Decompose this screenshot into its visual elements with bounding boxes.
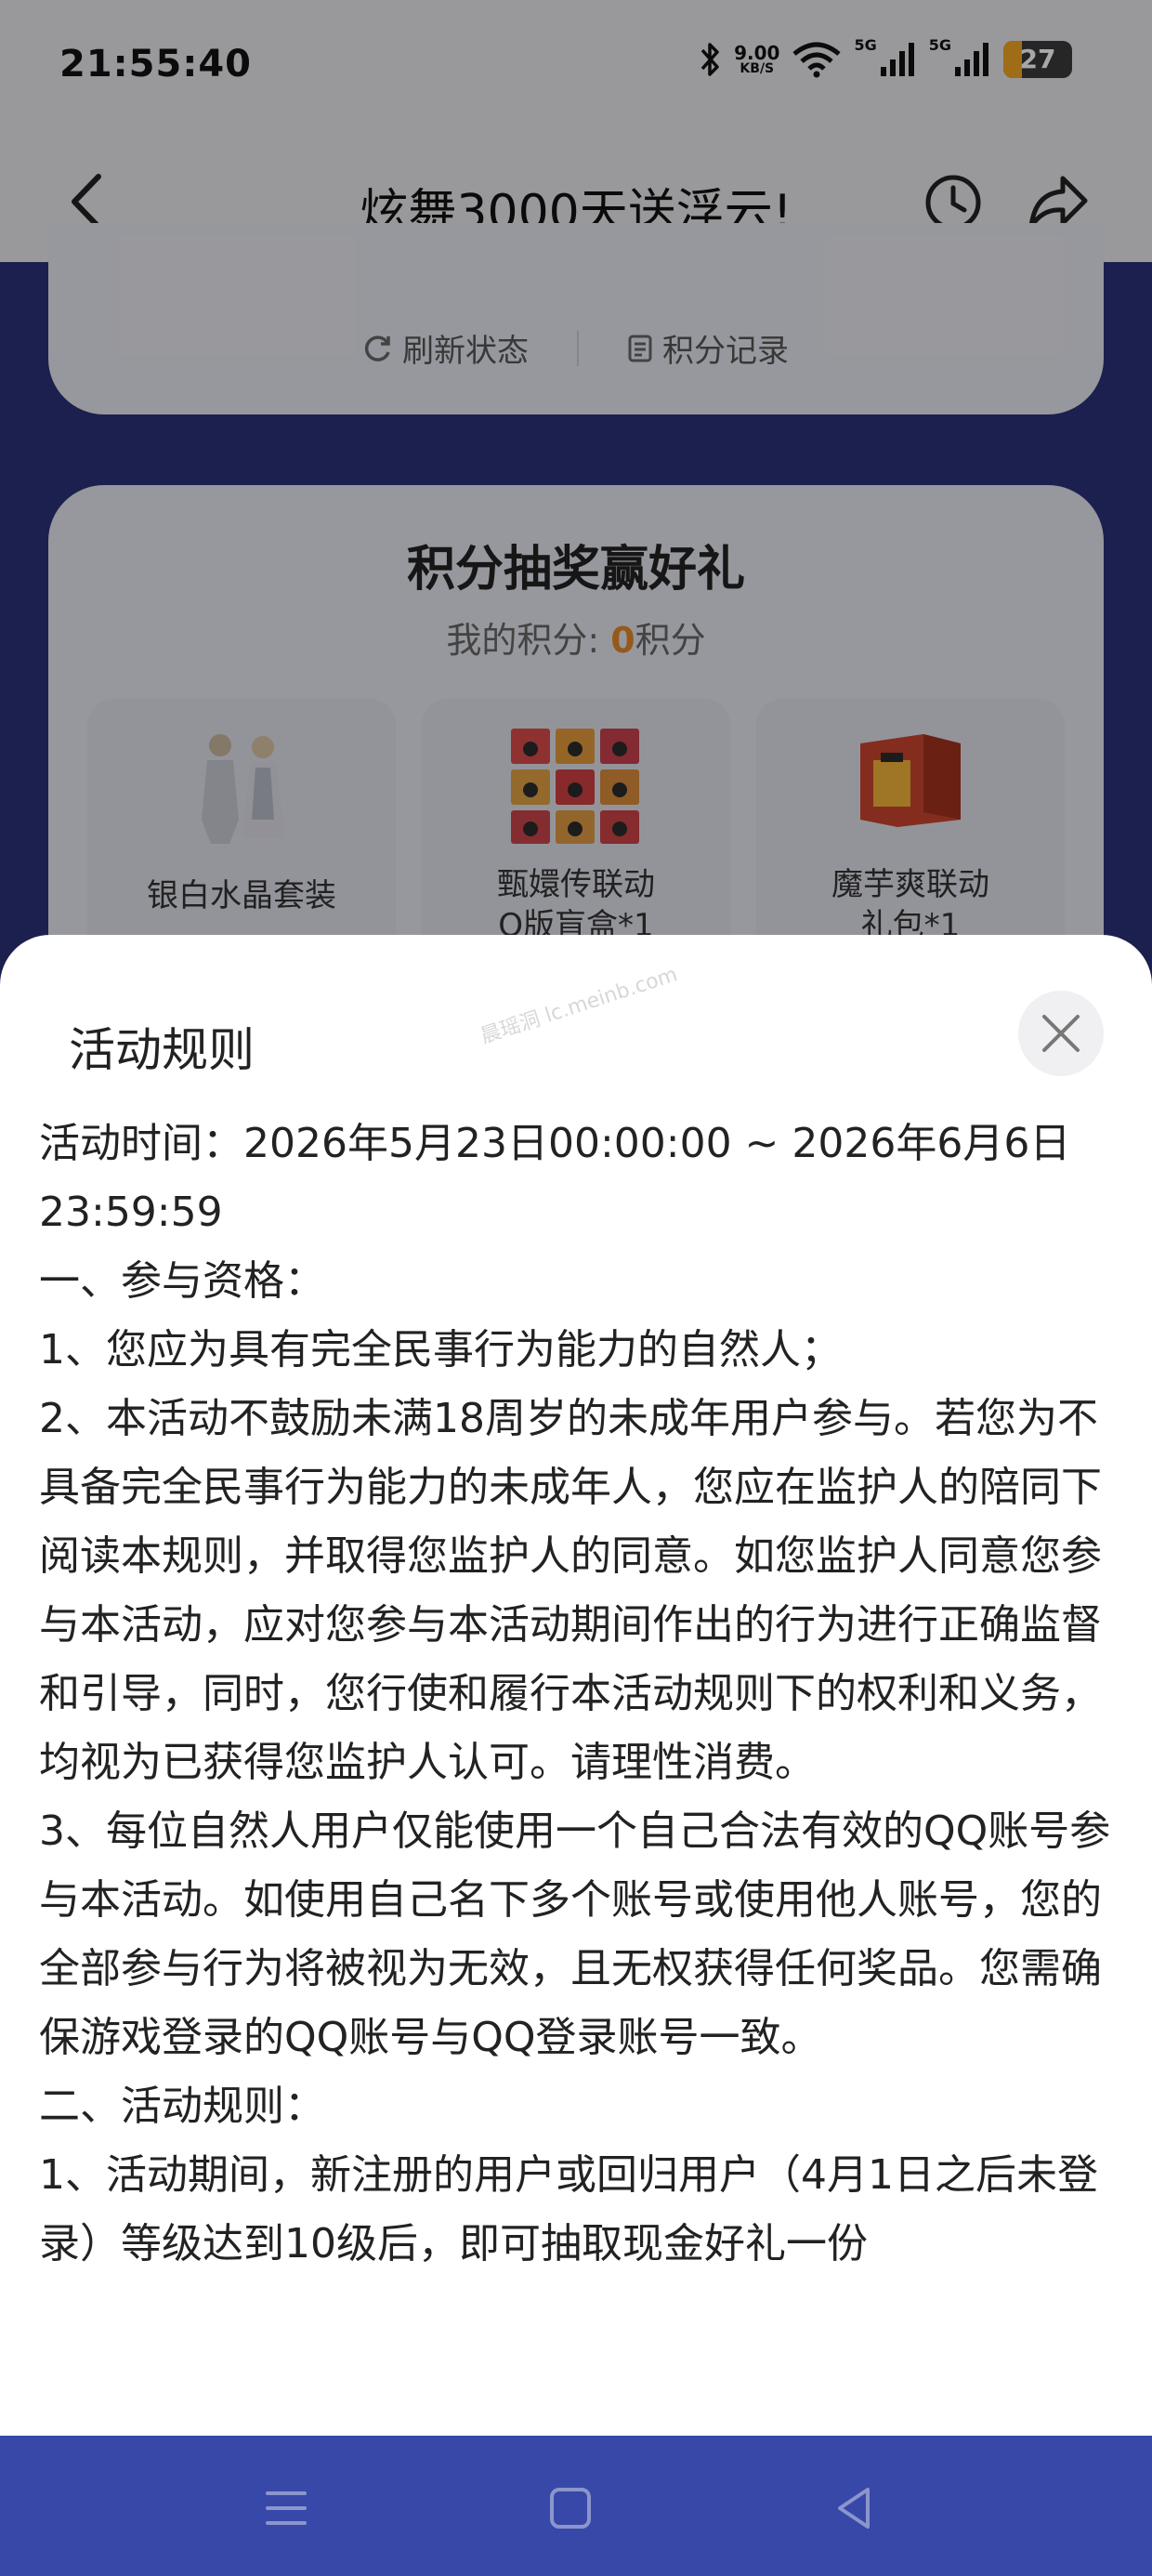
battery-indicator: 27 — [1003, 41, 1072, 78]
refresh-status-button[interactable]: 刷新状态 — [315, 325, 577, 371]
status-card: 刷新状态 积分记录 — [48, 223, 1104, 414]
signal-1-icon — [880, 43, 914, 76]
status-icons: 9.00 KB/S 5G 5G 27 — [699, 36, 1072, 78]
network-speed: 9.00 KB/S — [734, 44, 779, 75]
background-page: 21:55:40 9.00 KB/S 5G 5G 27 炫舞3000天送浮云! … — [0, 0, 1152, 1005]
prize-name-line1: 银白水晶套装 — [147, 877, 336, 914]
rule-paragraph: 2、本活动不鼓励未满18周岁的未成年用户参与。若您为不具备完全民事行为能力的未成… — [39, 1395, 1102, 1786]
rule-paragraph: 1、活动期间，新注册的用户或回归用户（4月1日之后未登录）等级达到10级后，即可… — [39, 2151, 1098, 2267]
rules-modal: 活动规则 晨瑶洞 lc.meinb.com 活动时间：2026年5月23日00:… — [0, 935, 1152, 2436]
navigation-bar — [0, 2436, 1152, 2576]
lottery-title: 积分抽奖赢好礼 — [406, 542, 745, 598]
rule-paragraph: 活动时间：2026年5月23日00:00:00 ~ 2026年6月6日23:59… — [39, 1120, 1071, 1236]
clock: 21:55:40 — [59, 43, 252, 85]
status-bar: 21:55:40 9.00 KB/S 5G 5G 27 — [0, 0, 1152, 139]
prize-gift-box-image — [860, 734, 961, 827]
signal-2-label: 5G — [928, 35, 951, 54]
lottery-card: 积分抽奖赢好礼 我的积分: 0积分 银白水晶套装 甄嬛传联动 Q版盲盒*1 魔芋… — [48, 485, 1104, 1005]
rule-paragraph: 1、您应为具有完全民事行为能力的自然人； — [39, 1326, 842, 1373]
rules-scroll-area[interactable]: 活动时间：2026年5月23日00:00:00 ~ 2026年6月6日23:59… — [39, 1110, 1117, 2399]
prize-outfit-image — [202, 734, 285, 844]
signal-2-icon — [955, 43, 988, 76]
prize-name-line1: 甄嬛传联动 — [497, 866, 655, 903]
home-icon[interactable] — [543, 2480, 598, 2536]
battery-level: 27 — [1019, 44, 1056, 74]
close-icon — [1042, 1015, 1080, 1052]
rule-paragraph: 二、活动规则： — [39, 2083, 325, 2130]
prize-name: 甄嬛传联动 Q版盲盒*1 — [422, 864, 730, 946]
points-record-label: 积分记录 — [662, 333, 789, 370]
rules-text: 活动时间：2026年5月23日00:00:00 ~ 2026年6月6日23:59… — [39, 1110, 1117, 2279]
document-icon — [628, 335, 652, 361]
status-actions: 刷新状态 积分记录 — [48, 325, 1104, 371]
menu-icon[interactable] — [258, 2480, 314, 2536]
my-points-prefix: 我的积分: — [446, 620, 611, 661]
refresh-icon — [364, 335, 390, 361]
network-speed-unit: KB/S — [740, 61, 775, 76]
close-button[interactable] — [1018, 991, 1104, 1076]
my-points-value: 0 — [610, 620, 635, 661]
my-points-suffix: 积分 — [635, 620, 706, 661]
prize-name: 魔芋爽联动 礼包*1 — [756, 864, 1065, 946]
refresh-status-label: 刷新状态 — [402, 333, 529, 370]
signal-1-label: 5G — [854, 35, 877, 54]
rule-paragraph: 3、每位自然人用户仅能使用一个自己合法有效的QQ账号参与本活动。如使用自己名下多… — [39, 1807, 1111, 2061]
prize-name-line1: 魔芋爽联动 — [831, 866, 989, 903]
wifi-icon — [792, 42, 842, 78]
back-triangle-icon[interactable] — [827, 2480, 883, 2536]
my-points: 我的积分: 0积分 — [48, 611, 1104, 663]
prize-name: 银白水晶套装 — [87, 875, 396, 916]
watermark: 晨瑶洞 lc.meinb.com — [478, 963, 681, 1049]
rule-paragraph: 一、参与资格： — [39, 1257, 325, 1305]
modal-title: 活动规则 — [69, 1023, 255, 1077]
points-record-button[interactable]: 积分记录 — [579, 325, 837, 371]
prize-blind-box-image — [511, 729, 639, 844]
battery-fill — [1003, 41, 1022, 78]
bluetooth-icon — [700, 43, 719, 76]
